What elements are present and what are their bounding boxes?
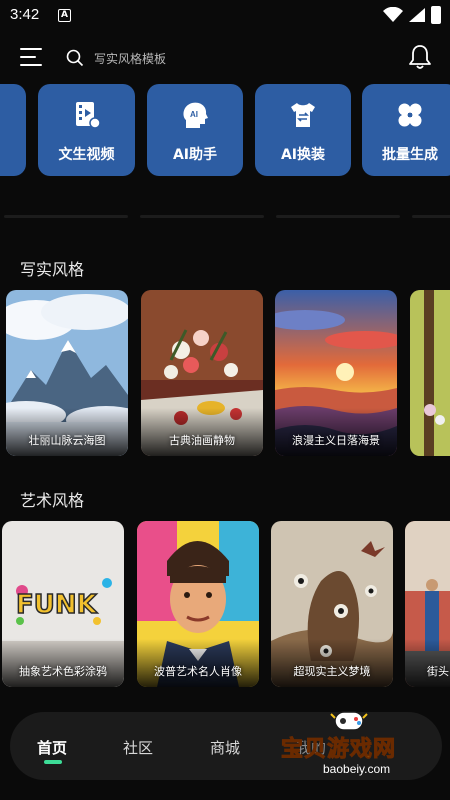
forest-image xyxy=(410,290,450,456)
watermark: 宝贝游戏网 baobeiy.com xyxy=(273,708,423,780)
video-icon xyxy=(75,102,101,129)
watermark-title: 宝贝游戏网 xyxy=(280,737,397,763)
card-caption: 抽象艺术色彩涂鸦 xyxy=(19,665,107,678)
action-label: AI换装 xyxy=(280,147,326,163)
wifi-icon xyxy=(383,7,403,22)
template-card[interactable]: 街头 xyxy=(405,521,450,687)
carousel-indicator xyxy=(0,212,450,222)
action-text-to-video[interactable]: 文生视频 xyxy=(38,84,135,176)
search-placeholder: 写实风格模板 xyxy=(94,52,167,66)
top-header: 写实风格模板 xyxy=(0,38,450,78)
quick-actions: 文生视频 AI AI助手 AI换装 批量生成 xyxy=(0,84,450,176)
card-caption: 壮丽山脉云海图 xyxy=(28,434,106,447)
realistic-style-row: 壮丽山脉云海图 古典油画静物 浪漫主义日落海景 xyxy=(0,290,450,456)
bell-icon[interactable] xyxy=(408,44,432,70)
card-caption: 街头 xyxy=(427,665,449,678)
action-batch-generate[interactable]: 批量生成 xyxy=(362,84,450,176)
menu-icon[interactable] xyxy=(20,48,42,66)
template-card[interactable]: FUNK 抽象艺术色彩涂鸦 xyxy=(2,521,124,687)
signal-icon xyxy=(409,8,425,22)
template-card[interactable]: 浪漫主义日落海景 xyxy=(275,290,397,456)
section-title-artistic: 艺术风格 xyxy=(20,491,85,510)
nav-home[interactable]: 首页 xyxy=(37,737,67,758)
graffiti-text: FUNK xyxy=(16,590,98,620)
nav-store[interactable]: 商城 xyxy=(210,737,240,758)
nav-community[interactable]: 社区 xyxy=(123,737,153,758)
template-card[interactable] xyxy=(410,290,450,456)
watermark-url: baobeiy.com xyxy=(323,762,391,776)
action-label: AI助手 xyxy=(172,147,218,163)
search-icon xyxy=(66,49,84,67)
ai-head-icon: AI xyxy=(183,102,208,128)
notification-icon: A xyxy=(58,9,71,22)
card-caption: 古典油画静物 xyxy=(169,434,235,447)
action-ai-assistant[interactable]: AI AI助手 xyxy=(147,84,243,176)
template-card[interactable]: 超现实主义梦境 xyxy=(271,521,393,687)
action-card-partial[interactable] xyxy=(0,84,26,176)
battery-icon xyxy=(431,6,441,24)
action-ai-outfit[interactable]: AI换装 xyxy=(255,84,351,176)
shirt-swap-icon xyxy=(291,103,315,127)
artistic-style-row: FUNK 抽象艺术色彩涂鸦 波普艺术名人肖像 超现实主义梦境 街头 xyxy=(0,521,450,687)
card-caption: 浪漫主义日落海景 xyxy=(292,434,380,447)
status-time: 3:42 xyxy=(10,6,40,23)
card-caption: 超现实主义梦境 xyxy=(293,665,371,678)
nav-active-indicator xyxy=(44,760,62,764)
action-label: 批量生成 xyxy=(382,147,438,163)
template-card[interactable]: 古典油画静物 xyxy=(141,290,263,456)
template-card[interactable]: 波普艺术名人肖像 xyxy=(137,521,259,687)
svg-text:AI: AI xyxy=(190,110,198,119)
clover-icon xyxy=(398,103,422,127)
section-title-realistic: 写实风格 xyxy=(20,260,85,279)
template-card[interactable]: 壮丽山脉云海图 xyxy=(6,290,128,456)
status-bar: 3:42 A xyxy=(0,0,450,32)
search-bar[interactable]: 写实风格模板 xyxy=(66,46,366,70)
card-caption: 波普艺术名人肖像 xyxy=(154,665,242,678)
action-label: 文生视频 xyxy=(58,147,115,163)
